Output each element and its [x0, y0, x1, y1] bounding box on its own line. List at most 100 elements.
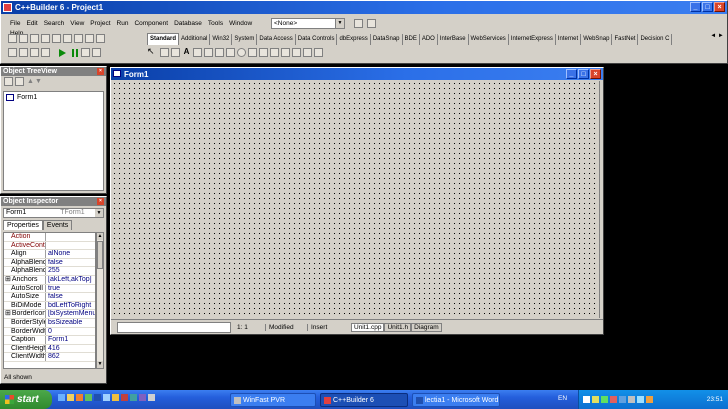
- table-row[interactable]: AlphaBlend false: [4, 258, 95, 268]
- panel-icon[interactable]: [302, 47, 312, 57]
- chevron-down-icon[interactable]: ▼: [95, 209, 103, 217]
- table-row[interactable]: ⊞Anchors [akLeft,akTop]: [4, 275, 95, 285]
- new-form-icon[interactable]: [41, 48, 50, 57]
- combobox-icon[interactable]: [258, 47, 268, 57]
- new-item-icon[interactable]: [4, 77, 13, 86]
- edit-icon[interactable]: [192, 47, 202, 57]
- table-row[interactable]: Align alNone: [4, 250, 95, 259]
- ie-icon[interactable]: [58, 394, 65, 401]
- table-row[interactable]: ⊞BorderIcons [biSystemMenu,: [4, 310, 95, 319]
- view-unit-icon[interactable]: [8, 48, 17, 57]
- app-icon[interactable]: [148, 394, 155, 401]
- table-row[interactable]: ActiveControl: [4, 241, 95, 251]
- taskbar-button-cbuilder[interactable]: C++Builder 6: [320, 393, 408, 407]
- messenger-icon[interactable]: [85, 394, 92, 401]
- form-resize-corner[interactable]: [599, 81, 603, 318]
- radiobutton-icon[interactable]: [236, 47, 246, 57]
- tab-properties[interactable]: Properties: [3, 220, 43, 230]
- table-row[interactable]: BorderStyle bsSizeable: [4, 318, 95, 328]
- property-value[interactable]: [biSystemMenu,: [46, 310, 95, 318]
- taskbar-button-winfast[interactable]: WinFast PVR: [230, 393, 316, 407]
- table-row[interactable]: BorderWidth0: [4, 327, 95, 337]
- property-value[interactable]: bsSizeable: [46, 319, 95, 327]
- table-row[interactable]: AlphaBlendVal255: [4, 267, 95, 276]
- label-icon[interactable]: A: [182, 47, 191, 57]
- property-value[interactable]: 0: [46, 328, 95, 336]
- property-value[interactable]: [46, 242, 95, 250]
- palette-tab-webservices[interactable]: WebServices: [469, 34, 509, 45]
- tray-icon[interactable]: [646, 396, 653, 403]
- radiogroup-icon[interactable]: [291, 47, 301, 57]
- step-over-icon[interactable]: [91, 48, 101, 57]
- outlook-icon[interactable]: [67, 394, 74, 401]
- property-value[interactable]: Form1: [46, 336, 95, 344]
- language-indicator[interactable]: EN: [558, 395, 567, 402]
- taskbar-button-word[interactable]: lectia1 - Microsoft Word: [412, 393, 500, 407]
- menu-run[interactable]: Run: [114, 19, 132, 29]
- minimize-button[interactable]: _: [690, 2, 701, 12]
- table-row[interactable]: BiDiMode bdLeftToRight: [4, 301, 95, 311]
- arrow-down-icon[interactable]: ▼: [35, 78, 43, 85]
- menu-edit[interactable]: Edit: [23, 19, 40, 29]
- close-icon[interactable]: ×: [97, 198, 104, 205]
- help-icon[interactable]: [354, 19, 363, 28]
- palette-tab-win32[interactable]: Win32: [210, 34, 233, 45]
- chevron-down-icon[interactable]: ▼: [335, 19, 344, 28]
- scroll-up-arrow[interactable]: ▲: [97, 233, 103, 240]
- menu-project[interactable]: Project: [87, 19, 113, 29]
- table-row[interactable]: ClientHeight 416: [4, 344, 95, 354]
- tray-icon[interactable]: [583, 396, 590, 403]
- list-item[interactable]: Form1: [4, 92, 103, 103]
- menu-search[interactable]: Search: [41, 19, 68, 29]
- component-icon[interactable]: [96, 34, 105, 43]
- actionlist-icon[interactable]: [313, 47, 323, 57]
- palette-tab-bde[interactable]: BDE: [403, 34, 420, 45]
- minimize-button[interactable]: _: [566, 69, 577, 79]
- add-file-icon[interactable]: [63, 34, 72, 43]
- run-icon[interactable]: [58, 48, 66, 57]
- word-icon[interactable]: [94, 394, 101, 401]
- app-icon[interactable]: [121, 394, 128, 401]
- palette-tab-data-controls[interactable]: Data Controls: [296, 34, 338, 45]
- menu-window[interactable]: Window: [226, 19, 255, 29]
- object-selector[interactable]: Form1 TForm1 ▼: [3, 208, 104, 218]
- app-icon[interactable]: [139, 394, 146, 401]
- maximize-button[interactable]: □: [578, 69, 589, 79]
- table-row[interactable]: Action: [4, 233, 95, 242]
- expand-icon[interactable]: ⊞: [5, 276, 11, 283]
- menu-tools[interactable]: Tools: [205, 19, 226, 29]
- pause-icon[interactable]: [71, 48, 78, 57]
- save-all-icon[interactable]: [41, 34, 50, 43]
- volume-icon[interactable]: [628, 396, 635, 403]
- help-icon[interactable]: [85, 34, 94, 43]
- palette-scroll[interactable]: ◄ ►: [707, 33, 727, 44]
- mainmenu-icon[interactable]: [159, 47, 169, 57]
- property-value[interactable]: false: [46, 293, 95, 301]
- tab-diagram[interactable]: Diagram: [411, 322, 442, 332]
- checkbox-icon[interactable]: [225, 47, 235, 57]
- pointer-icon[interactable]: ↖: [147, 46, 157, 56]
- property-value[interactable]: true: [46, 285, 95, 293]
- start-button[interactable]: start: [0, 390, 52, 409]
- groupbox-icon[interactable]: [280, 47, 290, 57]
- menu-view[interactable]: View: [67, 19, 87, 29]
- palette-tab-fastnet[interactable]: FastNet: [612, 34, 639, 45]
- table-row[interactable]: AutoSize false: [4, 293, 95, 302]
- palette-tab-dbexpress[interactable]: dbExpress: [337, 34, 371, 45]
- table-row[interactable]: AutoScroll true: [4, 284, 95, 294]
- menu-component[interactable]: Component: [131, 19, 171, 29]
- scroll-thumb[interactable]: [97, 241, 103, 269]
- palette-tab-additional[interactable]: Additional: [179, 34, 211, 45]
- property-value[interactable]: false: [46, 259, 95, 267]
- media-player-icon[interactable]: [76, 394, 83, 401]
- open-project-icon[interactable]: [52, 34, 61, 43]
- tray-icon[interactable]: [601, 396, 608, 403]
- palette-tab-ado[interactable]: ADO: [420, 34, 438, 45]
- open-icon[interactable]: [19, 34, 28, 43]
- network-icon[interactable]: [637, 396, 644, 403]
- desktop-icon[interactable]: [103, 394, 110, 401]
- table-row[interactable]: ClientWidth 862: [4, 353, 95, 362]
- maximize-button[interactable]: □: [702, 2, 713, 12]
- scroll-down-arrow[interactable]: ▼: [97, 361, 103, 368]
- app-icon[interactable]: [130, 394, 137, 401]
